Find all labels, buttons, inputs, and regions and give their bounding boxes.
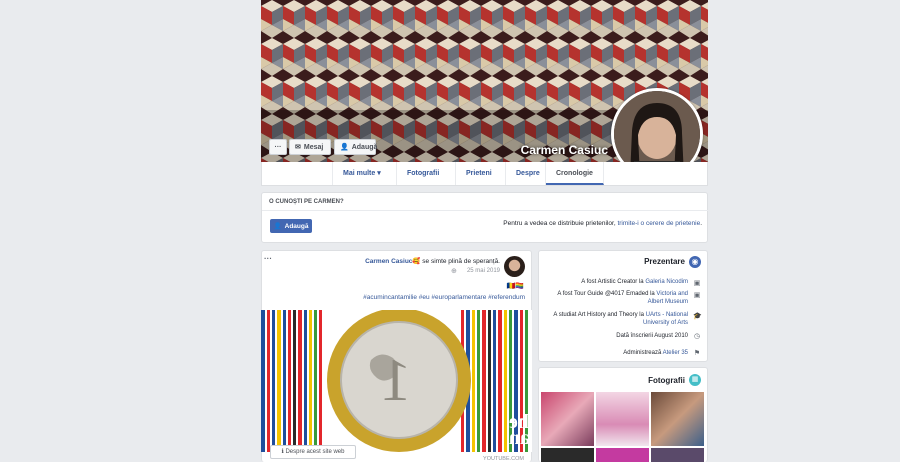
photo-thumbnail-4[interactable] [651,448,704,462]
globe-icon: ◉ [689,256,701,268]
post-author[interactable]: Carmen Casiuc [365,258,412,265]
more-options-button[interactable]: ··· [269,139,287,155]
briefcase-icon: ▣ [693,280,701,287]
photo-thumbnail-2[interactable] [596,392,649,446]
avatar[interactable] [504,256,525,277]
photo-icon: ▦ [689,374,701,386]
flags-emoji: 🇷🇴🏳️‍🌈 [506,283,524,290]
add-person-icon: 👤 [273,223,282,230]
friend-request-text: Pentru a vedea ce distribuie prietenilor… [503,220,702,227]
friend-request-card: O CUNOȘTI PE CARMEN? Pentru a vedea ce d… [261,192,709,243]
tab-timeline[interactable]: Cronologie [546,162,604,185]
intro-card [538,250,708,362]
messenger-icon: ✉ [295,144,301,151]
tab-photos[interactable]: Fotografii [397,162,456,185]
graduation-cap-icon: 🎓 [693,313,702,320]
tab-about[interactable]: Despre [506,162,546,185]
post-options-button[interactable]: ··· [264,254,272,263]
globe-privacy-icon: ⊕ [451,268,457,275]
profile-tabs: Cronologie Despre Prieteni Fotografii Ma… [261,162,708,186]
intro-link-atelier[interactable]: Atelier 35 [663,350,688,356]
about-site-button[interactable]: ℹ Despre acest site web [270,445,356,459]
add-friend-button[interactable]: 👤 Adaugă [334,139,377,155]
link-source: YOUTUBE.COM [483,456,524,462]
post-date[interactable]: 25 mai 2019 [420,268,500,274]
intro-item-joined: Dată înscrierii August 2010 [616,333,688,339]
tab-more[interactable]: Mai multe ▾ [332,162,397,185]
link-preview-image[interactable]: 1 The Guardian [261,310,532,452]
intro-link-galeria[interactable]: Galeria Nicodim [645,279,688,285]
intro-title: Prezentare [644,257,685,266]
friend-request-link[interactable]: trimite-i o cerere de prietenie [617,220,700,227]
photo-thumbnail-3[interactable] [541,392,594,446]
intro-item-work-2: A fost Tour Guide @4017 Emaded la Victor… [557,291,688,305]
svg-text:Guardian: Guardian [509,427,532,449]
briefcase-icon: ▣ [693,292,701,299]
intro-link-uarts[interactable]: UArts - National University of Arts [643,312,688,326]
divider [262,210,709,211]
message-button[interactable]: ✉ Mesaj [289,139,331,155]
feeling-icon: 🥰 [412,258,421,265]
post-header: Carmen Casiuc🥰 se simte plină de speranț… [365,258,500,265]
intro-item-work-1: A fost Artistic Creator la Galeria Nicod… [581,279,688,285]
add-friend-button-secondary[interactable]: 👤 Adaugă [270,219,312,233]
clock-icon: ◷ [693,333,701,340]
photo-thumbnail-5[interactable] [596,448,649,462]
intro-item-education: A studiat Art History and Theory la UArt… [553,312,688,326]
photos-title: Fotografii [648,376,685,385]
tab-friends[interactable]: Prieteni [456,162,506,185]
svg-text:1: 1 [381,347,411,413]
photo-thumbnail-1[interactable] [651,392,704,446]
flag-icon: ⚑ [693,350,701,357]
post-hashtags[interactable]: #acumincantamilie #eu #europarlamentare … [280,294,525,301]
friend-request-header: O CUNOȘTI PE CARMEN? [269,199,344,205]
photo-thumbnail-6[interactable] [541,448,594,462]
add-person-icon: 👤 [340,144,349,151]
profile-name[interactable]: Carmen Casiuc [500,143,608,157]
intro-item-page: Administrează Atelier 35 [623,350,688,356]
